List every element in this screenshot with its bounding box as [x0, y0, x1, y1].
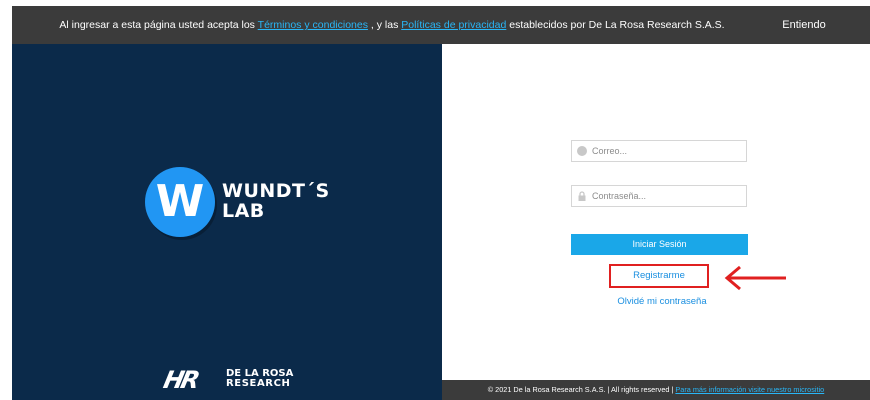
register-link[interactable]: Registrarme [611, 266, 707, 286]
footer-bar: © 2021 De la Rosa Research S.A.S. | All … [442, 380, 870, 400]
register-highlight-box: Registrarme [609, 264, 709, 288]
login-panel: Iniciar Sesión Registrarme Olvidé mi con… [442, 44, 870, 400]
email-field[interactable] [571, 140, 747, 162]
page-frame: Al ingresar a esta página usted acepta l… [12, 6, 870, 400]
company-mark-icon: HR [161, 366, 200, 394]
cookie-consent-bar: Al ingresar a esta página usted acepta l… [12, 6, 870, 44]
microsite-link[interactable]: Para más información visite nuestro micr… [675, 385, 824, 394]
cookie-consent-text: Al ingresar a esta página usted acepta l… [12, 6, 772, 44]
accept-cookies-button[interactable]: Entiendo [764, 6, 844, 44]
red-arrow-icon [724, 265, 786, 291]
login-button[interactable]: Iniciar Sesión [571, 234, 748, 255]
brand-name: WUNDT´S LAB [222, 181, 330, 221]
password-input[interactable] [592, 188, 742, 204]
brand-panel: W WUNDT´S LAB HR DE LA ROSA RESEARCH [12, 44, 442, 400]
forgot-password-link[interactable]: Olvidé mi contraseña [592, 294, 732, 310]
terms-link[interactable]: Términos y condiciones [258, 19, 368, 31]
footer-copyright: © 2021 De la Rosa Research S.A.S. | All … [487, 385, 674, 394]
brand-name-line1: WUNDT´S [222, 180, 330, 202]
password-field[interactable] [571, 185, 747, 207]
cookie-text-middle: , y las [370, 19, 399, 31]
email-input[interactable] [592, 143, 742, 159]
company-name-line2: RESEARCH [226, 378, 291, 389]
wundts-lab-logo-icon: W [145, 167, 215, 237]
cookie-text-after: establecidos por De La Rosa Research S.A… [509, 19, 725, 31]
company-name: DE LA ROSA RESEARCH [226, 369, 293, 389]
cookie-text-before: Al ingresar a esta página usted acepta l… [59, 19, 255, 31]
privacy-link[interactable]: Políticas de privacidad [401, 19, 506, 31]
lock-icon [578, 191, 586, 201]
brand-name-line2: LAB [222, 200, 265, 222]
logo-letter: W [155, 176, 205, 227]
user-icon [577, 146, 587, 156]
